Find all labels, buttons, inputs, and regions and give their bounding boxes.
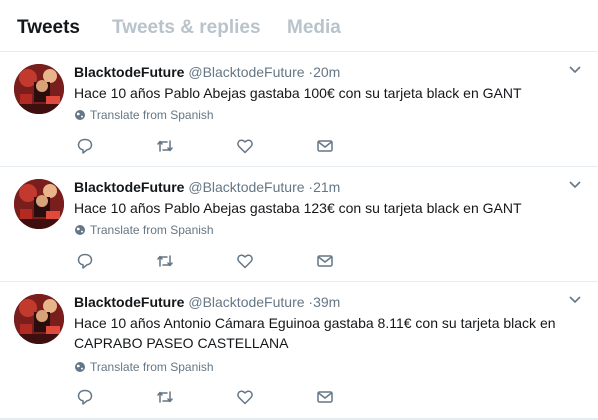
avatar[interactable] [14, 294, 64, 344]
translate-label: Translate from Spanish [90, 108, 214, 122]
tweet-header: BlacktodeFuture @BlacktodeFuture ·20m [74, 64, 340, 80]
chevron-down-icon[interactable] [568, 180, 582, 190]
like-icon[interactable] [236, 388, 254, 406]
tweet[interactable]: BlacktodeFuture @BlacktodeFuture ·21m Ha… [0, 167, 598, 282]
translate-link[interactable]: Translate from Spanish [74, 223, 214, 237]
retweet-icon[interactable] [156, 137, 174, 155]
tweet-text: Hace 10 años Pablo Abejas gastaba 100€ c… [74, 85, 522, 101]
translate-label: Translate from Spanish [90, 360, 214, 374]
direct-message-icon[interactable] [316, 388, 334, 406]
reply-icon[interactable] [76, 388, 94, 406]
tweet-header: BlacktodeFuture @BlacktodeFuture ·39m [74, 294, 340, 310]
timestamp[interactable]: 21m [313, 179, 340, 195]
user-handle[interactable]: @BlacktodeFuture [188, 294, 304, 310]
direct-message-icon[interactable] [316, 137, 334, 155]
translate-label: Translate from Spanish [90, 223, 214, 237]
tweet[interactable]: BlacktodeFuture @BlacktodeFuture ·20m Ha… [0, 52, 598, 167]
direct-message-icon[interactable] [316, 252, 334, 270]
user-name[interactable]: BlacktodeFuture [74, 179, 184, 195]
profile-tabs: Tweets Tweets & replies Media [0, 0, 598, 52]
avatar[interactable] [14, 179, 64, 229]
globe-icon [75, 110, 85, 120]
reply-icon[interactable] [76, 252, 94, 270]
tweet-text: Hace 10 años Antonio Cámara Eguinoa gast… [74, 315, 556, 351]
chevron-down-icon[interactable] [568, 295, 582, 305]
timestamp[interactable]: 20m [313, 64, 340, 80]
translate-link[interactable]: Translate from Spanish [74, 108, 214, 122]
tweet-timeline: BlacktodeFuture @BlacktodeFuture ·20m Ha… [0, 52, 598, 419]
reply-icon[interactable] [76, 137, 94, 155]
tweet[interactable]: BlacktodeFuture @BlacktodeFuture ·39m Ha… [0, 282, 598, 419]
user-handle[interactable]: @BlacktodeFuture [188, 179, 304, 195]
retweet-icon[interactable] [156, 252, 174, 270]
timestamp[interactable]: 39m [313, 294, 340, 310]
user-handle[interactable]: @BlacktodeFuture [188, 64, 304, 80]
user-name[interactable]: BlacktodeFuture [74, 294, 184, 310]
globe-icon [75, 362, 85, 372]
chevron-down-icon[interactable] [568, 65, 582, 75]
like-icon[interactable] [236, 137, 254, 155]
tab-tweets[interactable]: Tweets [17, 17, 80, 39]
user-name[interactable]: BlacktodeFuture [74, 64, 184, 80]
tab-media[interactable]: Media [287, 17, 341, 39]
translate-link[interactable]: Translate from Spanish [74, 360, 214, 374]
tweet-text: Hace 10 años Pablo Abejas gastaba 123€ c… [74, 200, 522, 216]
like-icon[interactable] [236, 252, 254, 270]
tab-tweets-and-replies[interactable]: Tweets & replies [112, 17, 261, 39]
avatar[interactable] [14, 64, 64, 114]
tweet-header: BlacktodeFuture @BlacktodeFuture ·21m [74, 179, 340, 195]
globe-icon [75, 225, 85, 235]
retweet-icon[interactable] [156, 388, 174, 406]
